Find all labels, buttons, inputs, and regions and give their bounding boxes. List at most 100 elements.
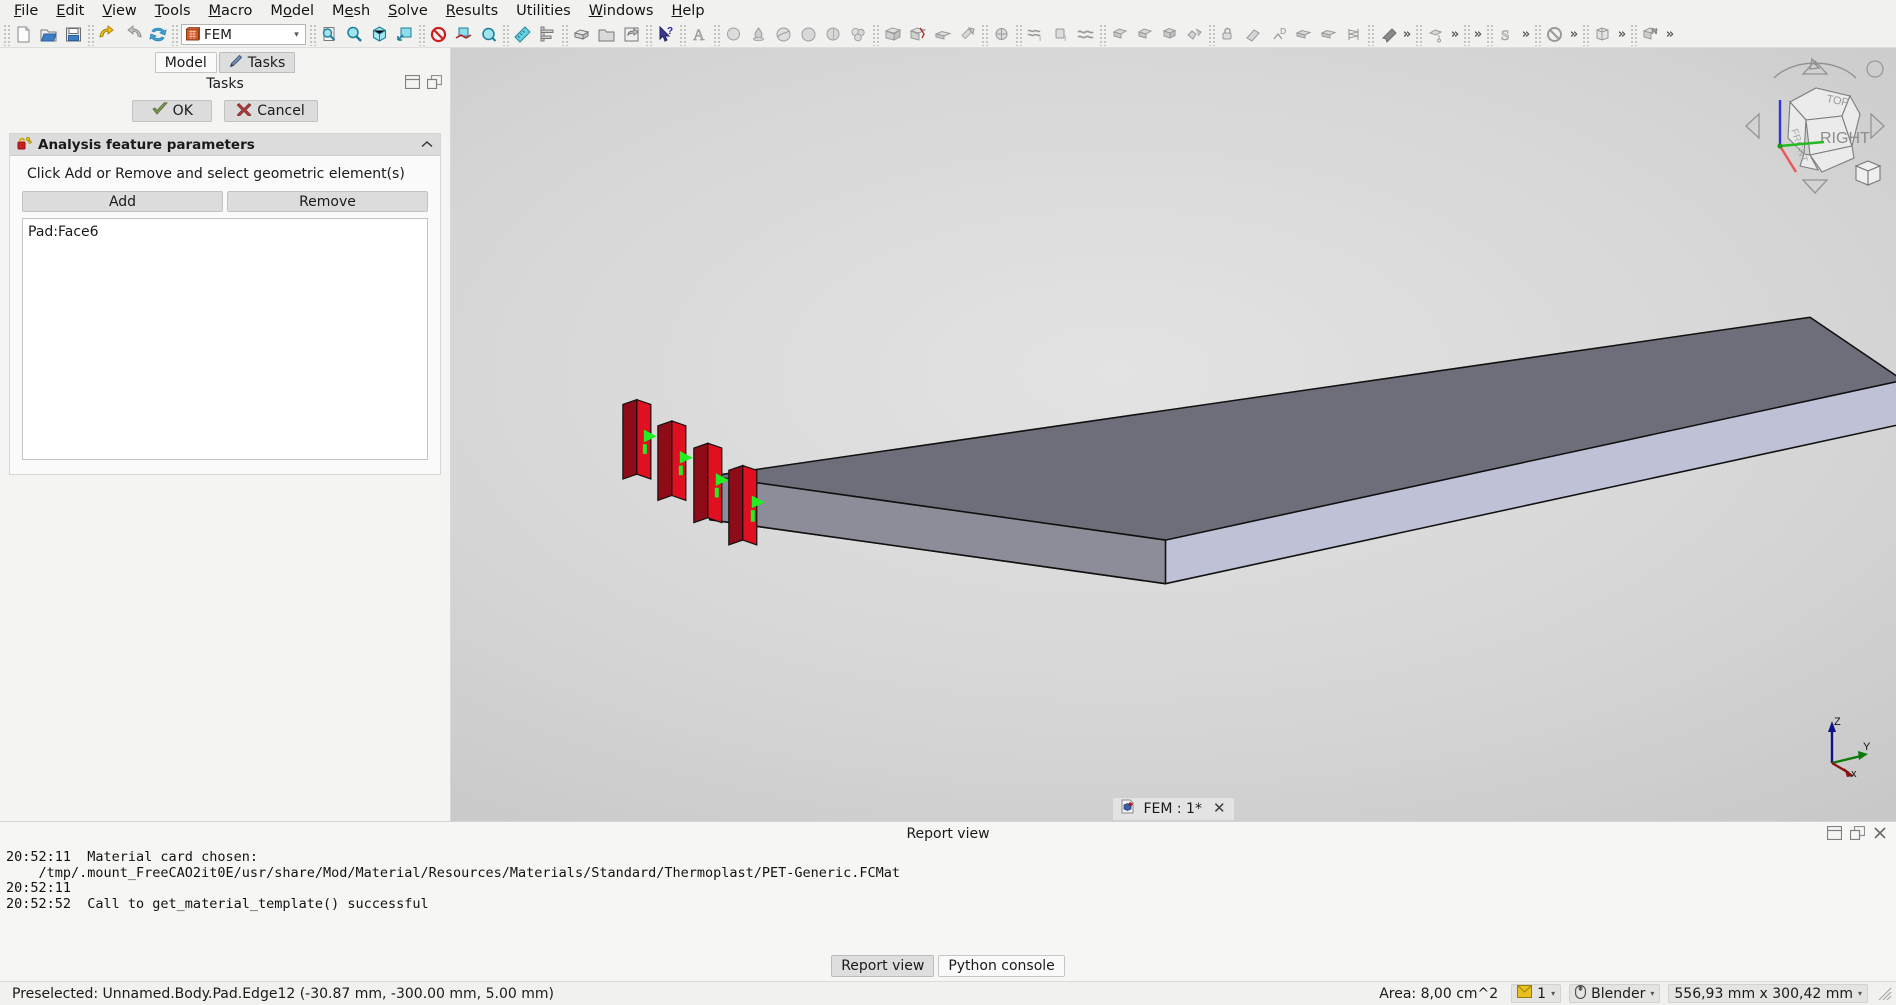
measure-caliper-icon[interactable]: [535, 23, 560, 47]
reference-list[interactable]: Pad:Face6: [22, 218, 428, 460]
tab-report-view[interactable]: Report view: [831, 955, 935, 977]
tab-model[interactable]: Model: [154, 52, 217, 73]
refresh-icon[interactable]: [145, 23, 170, 47]
toolbar-overflow-icon[interactable]: »: [1567, 23, 1581, 47]
dimensions-selector[interactable]: 556,93 mm x 300,42 mm ▾: [1668, 984, 1868, 1003]
constraint-flow-velocity-icon[interactable]: [1073, 23, 1098, 47]
draw-style-icon[interactable]: [367, 23, 392, 47]
element-geometry-1d-icon[interactable]: [880, 23, 905, 47]
mesh-display-info-icon[interactable]: N: [1638, 23, 1663, 47]
toolbar-overflow-icon[interactable]: »: [1471, 23, 1485, 47]
menu-results[interactable]: Results: [437, 1, 507, 21]
chevron-up-icon[interactable]: [421, 137, 433, 153]
constraint-fixed-icon[interactable]: [1216, 23, 1241, 47]
constraint-displacement-icon[interactable]: [1241, 23, 1266, 47]
element-rotation-1d-icon[interactable]: [955, 23, 980, 47]
constraint-spring-icon[interactable]: [1341, 23, 1366, 47]
menu-view[interactable]: View: [93, 1, 145, 21]
create-group-icon[interactable]: [594, 23, 619, 47]
undo-icon[interactable]: [95, 23, 120, 47]
solver-elmer-icon[interactable]: S: [1494, 23, 1519, 47]
material-mixed-icon[interactable]: [846, 23, 871, 47]
float-panel-icon[interactable]: [426, 74, 443, 90]
material-fluid-icon[interactable]: [746, 23, 771, 47]
chevron-down-icon[interactable]: ▾: [1650, 989, 1654, 998]
float-panel-icon[interactable]: [1849, 825, 1866, 841]
material-concrete-icon[interactable]: [821, 23, 846, 47]
menu-tools[interactable]: Tools: [146, 1, 200, 21]
menu-utilities[interactable]: Utilities: [507, 1, 580, 21]
split-panel-icon[interactable]: [404, 74, 421, 90]
toggle-visibility-icon[interactable]: [426, 23, 451, 47]
material-nonlinear-icon[interactable]: [771, 23, 796, 47]
constraint-contact-icon[interactable]: D: [1266, 23, 1291, 47]
material-reinforced-icon[interactable]: [796, 23, 821, 47]
fit-all-icon[interactable]: [317, 23, 342, 47]
menu-file[interactable]: FFileile: [5, 1, 47, 21]
redo-icon[interactable]: [120, 23, 145, 47]
constraint-initial-pressure-icon[interactable]: i: [1048, 23, 1073, 47]
toolbar-overflow-icon[interactable]: »: [1448, 23, 1462, 47]
ok-button[interactable]: OK: [132, 100, 213, 122]
split-panel-icon[interactable]: [1826, 825, 1843, 841]
remove-button[interactable]: Remove: [227, 191, 428, 212]
constraint-tie-icon[interactable]: [1291, 23, 1316, 47]
measure-ruler-icon[interactable]: [510, 23, 535, 47]
workbench-selector[interactable]: FEM ▾: [181, 24, 306, 45]
fit-selection-icon[interactable]: [342, 23, 367, 47]
link-object-icon[interactable]: [619, 23, 644, 47]
navigation-style-selector[interactable]: Blender ▾: [1569, 984, 1661, 1003]
tab-python-console[interactable]: Python console: [938, 955, 1065, 977]
constraint-force-icon[interactable]: [1375, 23, 1400, 47]
tab-tasks[interactable]: Tasks: [218, 52, 296, 73]
menu-help[interactable]: Help: [662, 1, 713, 21]
new-document-icon[interactable]: [11, 23, 36, 47]
chevron-down-icon[interactable]: ▾: [1551, 989, 1555, 998]
mesh-netgen-icon[interactable]: [1157, 23, 1182, 47]
report-view-log[interactable]: 20:52:11 Material card chosen: /tmp/.mou…: [0, 846, 1896, 951]
3d-viewport[interactable]: TOP FRONT RIGHT Z Y x FEM: 1* ✕: [450, 48, 1896, 821]
front-view-icon[interactable]: [451, 23, 476, 47]
toolbar-overflow-icon[interactable]: »: [1519, 23, 1533, 47]
constraint-transform-icon[interactable]: [989, 23, 1014, 47]
text-document-icon[interactable]: A: [687, 23, 712, 47]
document-tab-fem[interactable]: FEM : 1* ✕: [1112, 796, 1235, 820]
menu-edit[interactable]: Edit: [47, 1, 93, 21]
open-document-icon[interactable]: [36, 23, 61, 47]
menu-windows[interactable]: Windows: [580, 1, 663, 21]
constraint-initial-flow-icon[interactable]: i: [1023, 23, 1048, 47]
list-item[interactable]: Pad:Face6: [26, 223, 424, 241]
chevron-down-icon[interactable]: ▾: [288, 25, 305, 44]
toolbar-overflow-icon[interactable]: »: [1400, 23, 1414, 47]
whats-this-icon[interactable]: ?: [653, 23, 678, 47]
chevron-down-icon[interactable]: ▾: [1858, 989, 1862, 998]
result-show-icon[interactable]: [1590, 23, 1615, 47]
element-fluid-1d-icon[interactable]: [930, 23, 955, 47]
close-icon[interactable]: [1873, 826, 1888, 840]
menu-model[interactable]: Model: [261, 1, 323, 21]
task-panel-header[interactable]: Analysis feature parameters: [10, 134, 440, 156]
mesh-boundary-layer-icon[interactable]: [1182, 23, 1207, 47]
save-document-icon[interactable]: [61, 23, 86, 47]
toolbar-overflow-icon[interactable]: »: [1615, 23, 1629, 47]
constraint-temperature-icon[interactable]: [1423, 23, 1448, 47]
navigation-cube[interactable]: TOP FRONT RIGHT: [1738, 54, 1892, 204]
constraint-section-print-icon[interactable]: [1316, 23, 1341, 47]
menu-macro[interactable]: Macro: [200, 1, 262, 21]
std-views-icon[interactable]: [392, 23, 417, 47]
menu-solve[interactable]: Solve: [379, 1, 437, 21]
result-purge-icon[interactable]: [1542, 23, 1567, 47]
create-part-icon[interactable]: [569, 23, 594, 47]
unit-schema-selector[interactable]: 1 ▾: [1511, 984, 1562, 1003]
close-icon[interactable]: ✕: [1213, 801, 1226, 816]
menu-mesh[interactable]: Mesh: [323, 1, 379, 21]
sync-view-icon[interactable]: [476, 23, 501, 47]
mesh-region-icon[interactable]: [1107, 23, 1132, 47]
cancel-button[interactable]: Cancel: [224, 100, 318, 122]
toolbar-overflow-icon[interactable]: »: [1663, 23, 1677, 47]
add-button[interactable]: Add: [22, 191, 223, 212]
resize-grip[interactable]: [1878, 987, 1892, 1001]
material-solid-icon[interactable]: [721, 23, 746, 47]
mesh-gmsh-icon[interactable]: [1132, 23, 1157, 47]
element-geometry-2d-icon[interactable]: [905, 23, 930, 47]
